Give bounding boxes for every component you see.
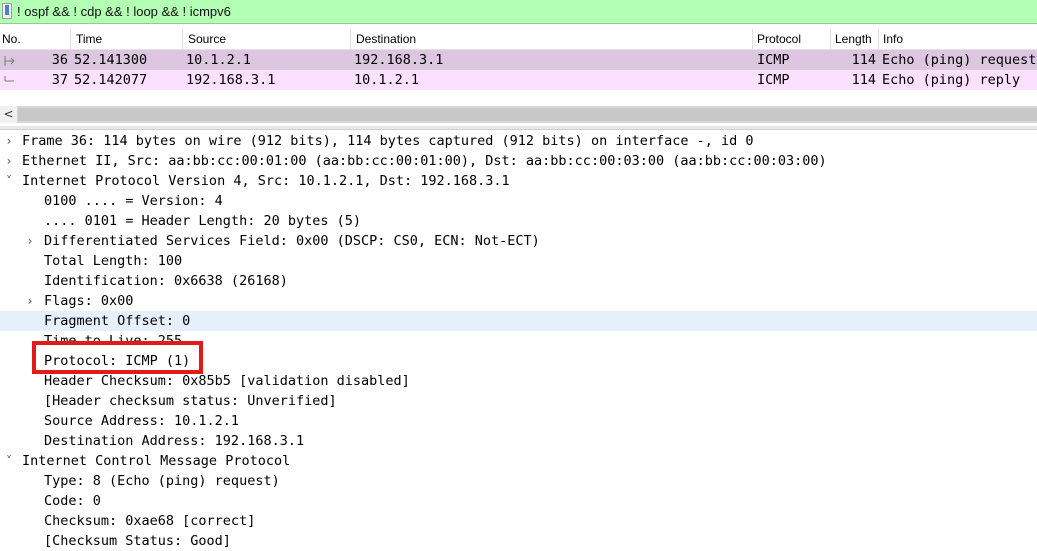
tree-item[interactable]: Source Address: 10.1.2.1: [0, 411, 1037, 431]
tree-item[interactable]: Identification: 0x6638 (26168): [0, 271, 1037, 291]
expand-chevron-right-icon[interactable]: ›: [3, 131, 15, 151]
tree-item[interactable]: Total Length: 100: [0, 251, 1037, 271]
tree-item-text: [Checksum Status: Good]: [44, 533, 231, 549]
tree-item-text: Header Checksum: 0x85b5 [validation disa…: [44, 373, 410, 389]
tree-item[interactable]: .... 0101 = Header Length: 20 bytes (5): [0, 211, 1037, 231]
tree-item-text: Destination Address: 192.168.3.1: [44, 433, 305, 449]
expand-chevron-right-icon: [24, 271, 36, 291]
tree-item[interactable]: › Frame 36: 114 bytes on wire (912 bits),…: [0, 131, 1037, 151]
expand-chevron-right-icon[interactable]: ›: [24, 291, 36, 311]
tree-item-text: Time to Live: 255: [44, 333, 183, 349]
expand-chevron-right-icon: [24, 251, 36, 271]
bookmark-icon[interactable]: [2, 3, 12, 19]
column-length[interactable]: Length: [835, 32, 872, 46]
tree-item[interactable]: Time to Live: 255: [0, 331, 1037, 351]
column-info[interactable]: Info: [883, 32, 903, 46]
horizontal-scrollbar[interactable]: <: [0, 106, 1037, 123]
column-protocol[interactable]: Protocol: [757, 32, 801, 46]
packet-row-36[interactable]: 36 52.141300 10.1.2.1 192.168.3.1 ICMP 1…: [0, 50, 1037, 70]
tree-item[interactable]: Code: 0: [0, 491, 1037, 511]
tree-item[interactable]: Type: 8 (Echo (ping) request): [0, 471, 1037, 491]
expand-chevron-right-icon: [24, 491, 36, 511]
packet-destination: 10.1.2.1: [354, 72, 420, 88]
expand-chevron-right-icon: [24, 471, 36, 491]
expand-chevron-down-icon[interactable]: ˅: [3, 451, 15, 471]
packet-no: 37: [51, 72, 68, 88]
expand-chevron-right-icon: [24, 391, 36, 411]
expand-chevron-right-icon: [24, 311, 36, 331]
tree-item[interactable]: Destination Address: 192.168.3.1: [0, 431, 1037, 451]
tree-item-text: Fragment Offset: 0: [44, 313, 191, 329]
tree-item-text: Identification: 0x6638 (26168): [44, 273, 288, 289]
packet-source: 10.1.2.1: [186, 52, 252, 68]
tree-item[interactable]: ˅ Internet Protocol Version 4, Src: 10.1.…: [0, 171, 1037, 191]
packet-length: 114: [851, 72, 876, 88]
scroll-left-arrow-icon[interactable]: <: [0, 106, 17, 123]
tree-item-text: Frame 36: 114 bytes on wire (912 bits), …: [22, 133, 754, 149]
tree-item[interactable]: 0100 .... = Version: 4: [0, 191, 1037, 211]
packet-info: Echo (ping) request: [882, 52, 1037, 68]
tree-item[interactable]: Checksum: 0xae68 [correct]: [0, 511, 1037, 531]
tree-item[interactable]: Protocol: ICMP (1): [0, 351, 1037, 371]
tree-item[interactable]: Header Checksum: 0x85b5 [validation disa…: [0, 371, 1037, 391]
expand-chevron-right-icon: [24, 431, 36, 451]
pane-splitter[interactable]: [0, 126, 1037, 130]
tree-item-text: Flags: 0x00: [44, 293, 134, 309]
expand-chevron-right-icon: [24, 331, 36, 351]
tree-item-text: Type: 8 (Echo (ping) request): [44, 473, 280, 489]
tree-item[interactable]: [Checksum Status: Good]: [0, 531, 1037, 551]
display-filter-bar[interactable]: ! ospf && ! cdp && ! loop && ! icmpv6: [0, 0, 1037, 24]
expand-chevron-right-icon[interactable]: ›: [3, 151, 15, 171]
tree-item[interactable]: ˅ Internet Control Message Protocol: [0, 451, 1037, 471]
tree-item-text: Code: 0: [44, 493, 101, 509]
packet-source: 192.168.3.1: [186, 72, 276, 88]
tree-item-text: Total Length: 100: [44, 253, 183, 269]
scroll-thumb[interactable]: [18, 108, 1037, 121]
packet-info: Echo (ping) reply: [882, 72, 1021, 88]
expand-chevron-right-icon: [24, 511, 36, 531]
column-destination[interactable]: Destination: [356, 32, 416, 46]
tree-item-text: Checksum: 0xae68 [correct]: [44, 513, 256, 529]
packet-list-header: No. Time Source Destination Protocol Len…: [0, 29, 1037, 50]
expand-chevron-right-icon: [24, 351, 36, 371]
expand-chevron-right-icon: [24, 411, 36, 431]
packet-details-tree: › Frame 36: 114 bytes on wire (912 bits),…: [0, 131, 1037, 551]
packet-protocol: ICMP: [757, 52, 790, 68]
tree-item-text: .... 0101 = Header Length: 20 bytes (5): [44, 213, 361, 229]
packet-length: 114: [851, 52, 876, 68]
packet-destination: 192.168.3.1: [354, 52, 444, 68]
expand-chevron-right-icon: [24, 191, 36, 211]
column-time[interactable]: Time: [76, 32, 102, 46]
tree-item[interactable]: › Differentiated Services Field: 0x00 (DS…: [0, 231, 1037, 251]
tree-item[interactable]: Fragment Offset: 0: [0, 311, 1037, 331]
packet-protocol: ICMP: [757, 72, 790, 88]
expand-chevron-down-icon[interactable]: ˅: [3, 171, 15, 191]
packet-no: 36: [51, 52, 68, 68]
expand-chevron-right-icon: [24, 371, 36, 391]
tree-item[interactable]: › Flags: 0x00: [0, 291, 1037, 311]
column-source[interactable]: Source: [188, 32, 226, 46]
tree-item-text: Source Address: 10.1.2.1: [44, 413, 240, 429]
column-no[interactable]: No.: [2, 32, 21, 46]
tree-item-text: Differentiated Services Field: 0x00 (DSC…: [44, 233, 540, 249]
tree-item-text: [Header checksum status: Unverified]: [44, 393, 337, 409]
tree-item[interactable]: [Header checksum status: Unverified]: [0, 391, 1037, 411]
tree-item-text: Ethernet II, Src: aa:bb:cc:00:01:00 (aa:…: [22, 153, 827, 169]
expand-chevron-right-icon[interactable]: ›: [24, 231, 36, 251]
display-filter-input[interactable]: ! ospf && ! cdp && ! loop && ! icmpv6: [17, 4, 231, 20]
packet-time: 52.142077: [74, 72, 148, 88]
tree-item-text: Internet Protocol Version 4, Src: 10.1.2…: [22, 173, 510, 189]
tree-item[interactable]: › Ethernet II, Src: aa:bb:cc:00:01:00 (aa…: [0, 151, 1037, 171]
packet-row-37[interactable]: 37 52.142077 192.168.3.1 10.1.2.1 ICMP 1…: [0, 70, 1037, 90]
tree-item-text: Internet Control Message Protocol: [22, 453, 291, 469]
tree-item-text: Protocol: ICMP (1): [44, 353, 191, 369]
packet-time: 52.141300: [74, 52, 148, 68]
tree-item-text: 0100 .... = Version: 4: [44, 193, 223, 209]
expand-chevron-right-icon: [24, 211, 36, 231]
expand-chevron-right-icon: [24, 531, 36, 551]
